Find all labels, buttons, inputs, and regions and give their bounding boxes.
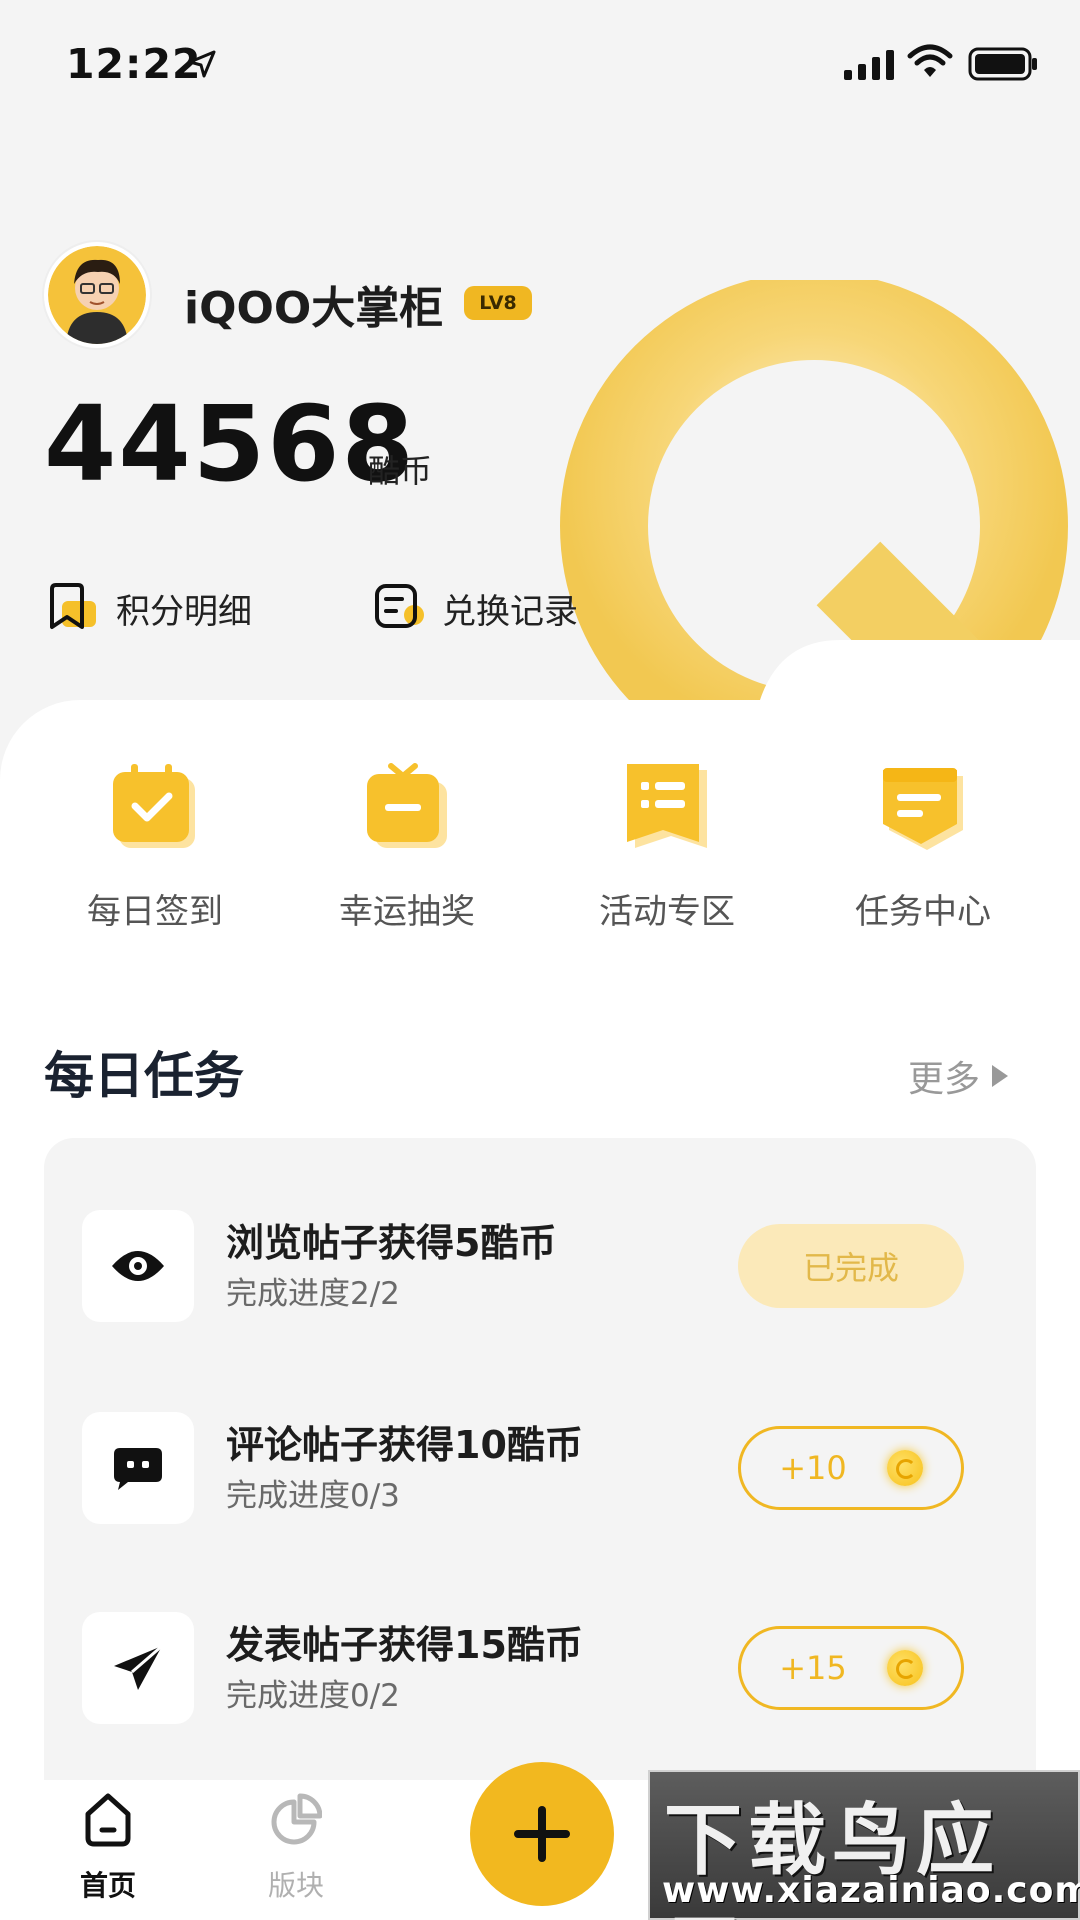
task-center-button[interactable]: 任务中心 <box>808 760 1038 933</box>
task-title: 发表帖子获得15酷币 <box>226 1623 583 1667</box>
more-label: 更多 <box>908 1059 981 1100</box>
watermark: 下载鸟应用 www.xiazainiao.com <box>648 1770 1080 1920</box>
lottery-icon <box>367 763 447 848</box>
claim-reward-button[interactable]: +15 <box>738 1626 964 1710</box>
nav-sections[interactable]: 版块 <box>236 1792 356 1904</box>
points-detail-icon <box>50 583 96 629</box>
task-completed-button: 已完成 <box>738 1224 964 1308</box>
coin-icon <box>886 1650 923 1686</box>
lucky-draw-label: 幸运抽奖 <box>339 892 475 932</box>
wifi-icon <box>907 44 953 77</box>
task-item: 浏览帖子获得5酷币 完成进度2/2 已完成 <box>82 1210 1002 1328</box>
task-progress: 完成进度0/3 <box>226 1478 400 1514</box>
points-detail-label: 积分明细 <box>116 591 252 632</box>
task-icon-box <box>82 1210 194 1322</box>
level-badge: LV8 <box>464 286 532 320</box>
plus-icon <box>514 1806 570 1862</box>
nav-home-label: 首页 <box>79 1869 136 1902</box>
task-progress: 完成进度2/2 <box>226 1276 400 1312</box>
task-progress: 完成进度0/2 <box>226 1678 400 1714</box>
activity-zone-label: 活动专区 <box>599 892 735 932</box>
exchange-record-link[interactable]: 兑换记录 <box>374 580 578 636</box>
coin-balance: 44568 <box>44 383 416 505</box>
exchange-record-icon <box>375 584 424 628</box>
location-arrow-icon <box>188 50 216 78</box>
activity-list-icon <box>627 764 707 848</box>
status-bar: 12:22 <box>0 0 1080 130</box>
home-icon <box>85 1793 131 1847</box>
comment-icon <box>114 1448 162 1490</box>
create-post-button[interactable] <box>470 1762 614 1906</box>
lucky-draw-button[interactable]: 幸运抽奖 <box>292 760 522 933</box>
task-icon-box <box>82 1612 194 1724</box>
screen: 12:22 iQOO大掌柜 LV8 44568 酷币 积分明细 兑换记录 每日签… <box>0 0 1080 1920</box>
task-button-label: +15 <box>779 1649 847 1687</box>
points-detail-link[interactable]: 积分明细 <box>48 580 252 636</box>
username: iQOO大掌柜 <box>184 283 444 334</box>
task-title: 评论帖子获得10酷币 <box>226 1423 583 1467</box>
daily-checkin-label: 每日签到 <box>87 892 223 932</box>
calendar-check-icon <box>113 764 195 848</box>
nav-home[interactable]: 首页 <box>48 1792 168 1904</box>
nav-sections-label: 版块 <box>267 1869 324 1902</box>
avatar[interactable] <box>44 242 150 348</box>
task-center-label: 任务中心 <box>855 892 991 932</box>
task-icon-box <box>82 1412 194 1524</box>
eye-icon <box>112 1251 164 1281</box>
task-button-label: +10 <box>779 1449 847 1487</box>
task-button-label: 已完成 <box>802 1249 899 1287</box>
watermark-url: www.xiazainiao.com <box>662 1870 1080 1911</box>
claim-reward-button[interactable]: +10 <box>738 1426 964 1510</box>
chevron-right-icon <box>992 1065 1009 1087</box>
coin-icon <box>886 1450 923 1486</box>
exchange-record-label: 兑换记录 <box>442 591 578 632</box>
send-icon <box>114 1644 163 1690</box>
daily-checkin-button[interactable]: 每日签到 <box>40 760 270 933</box>
status-time: 12:22 <box>66 40 202 88</box>
signal-icon <box>844 50 894 80</box>
avatar-image <box>48 246 146 344</box>
activity-zone-button[interactable]: 活动专区 <box>552 760 782 933</box>
task-item: 发表帖子获得15酷币 完成进度0/2 +15 <box>82 1612 1002 1730</box>
coin-unit: 酷币 <box>368 452 433 490</box>
task-title: 浏览帖子获得5酷币 <box>226 1221 557 1265</box>
battery-icon <box>968 47 1037 81</box>
daily-tasks-title: 每日任务 <box>44 1047 244 1105</box>
more-link[interactable]: 更多 <box>908 1050 1009 1102</box>
task-item: 评论帖子获得10酷币 完成进度0/3 +10 <box>82 1412 1002 1530</box>
task-center-icon <box>883 768 963 850</box>
pie-chart-icon <box>271 1793 323 1845</box>
